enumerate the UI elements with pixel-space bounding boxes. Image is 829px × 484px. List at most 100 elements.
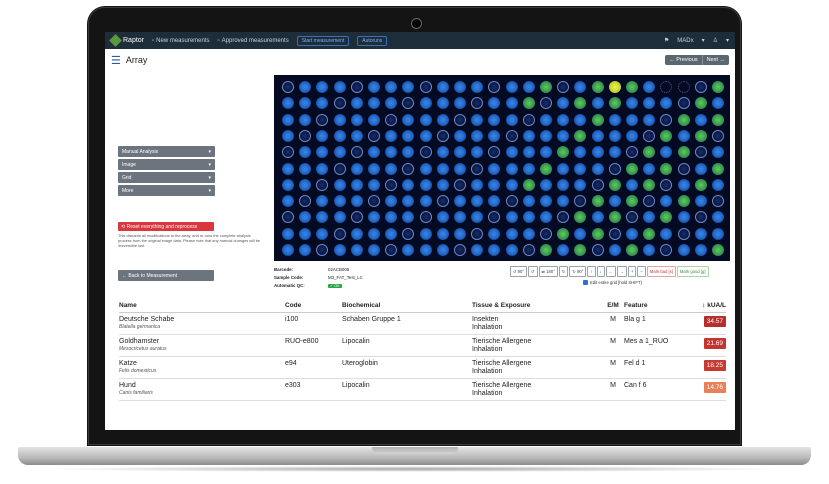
array-spot[interactable] [694,178,707,191]
array-spot[interactable] [471,244,484,256]
array-spot[interactable] [626,244,638,256]
array-spot[interactable] [712,146,724,159]
array-spot[interactable] [299,162,312,175]
array-spot[interactable] [712,129,724,142]
array-spot[interactable] [626,129,638,142]
array-spot[interactable] [677,97,690,110]
array-tool-button[interactable]: + [627,266,637,277]
array-spot[interactable] [488,97,501,110]
autoruns-button[interactable]: Autoruns [357,35,388,46]
array-spot[interactable] [454,129,466,142]
array-spot[interactable] [694,244,707,256]
array-spot[interactable] [505,81,518,93]
array-spot[interactable] [540,81,552,93]
array-spot[interactable] [488,113,501,126]
array-spot[interactable] [488,162,501,175]
array-spot[interactable] [471,227,484,240]
array-spot[interactable] [419,146,432,159]
array-spot[interactable] [557,178,570,191]
array-spot[interactable] [712,211,724,224]
array-spot[interactable] [368,162,380,175]
array-spot[interactable] [660,227,673,240]
array-spot[interactable] [316,227,329,240]
array-spot[interactable] [643,178,656,191]
flag-icon[interactable]: ⚑ [664,37,669,44]
array-spot[interactable] [419,195,432,208]
array-spot[interactable] [385,162,398,175]
array-spot[interactable] [350,146,363,159]
array-spot[interactable] [505,113,518,126]
array-image[interactable] [274,75,730,261]
array-spot[interactable] [608,97,621,110]
array-spot[interactable] [557,244,570,256]
array-spot[interactable] [712,244,724,256]
array-spot[interactable] [591,113,604,126]
array-tool-button[interactable]: ↺ 90° [510,266,528,277]
array-spot[interactable] [350,129,363,142]
accordion-image[interactable]: Image ▾ [118,159,215,170]
array-spot[interactable] [608,211,621,224]
array-spot[interactable] [557,97,570,110]
array-spot[interactable] [608,227,621,240]
next-button[interactable]: Next → [702,55,729,65]
array-spot[interactable] [368,244,380,256]
array-spot[interactable] [454,162,466,175]
array-spot[interactable] [591,146,604,159]
array-spot[interactable] [436,97,449,110]
user-icon[interactable]: ♙ [713,37,718,44]
array-spot[interactable] [522,81,535,93]
array-spot[interactable] [591,129,604,142]
array-spot[interactable] [574,129,587,142]
header-name[interactable]: Name [119,302,285,309]
array-spot[interactable] [540,146,552,159]
array-spot[interactable] [385,178,398,191]
array-spot[interactable] [608,81,621,93]
array-spot[interactable] [419,113,432,126]
array-spot[interactable] [333,211,346,224]
array-spot[interactable] [608,195,621,208]
array-spot[interactable] [660,81,673,93]
array-spot[interactable] [299,244,312,256]
array-spot[interactable] [316,195,329,208]
array-spot[interactable] [540,129,552,142]
header-tissue[interactable]: Tissue & Exposure [472,302,602,309]
array-spot[interactable] [350,113,363,126]
array-spot[interactable] [436,81,449,93]
array-spot[interactable] [677,211,690,224]
array-spot[interactable] [574,113,587,126]
array-spot[interactable] [282,146,294,159]
array-spot[interactable] [626,195,638,208]
array-spot[interactable] [282,129,294,142]
array-spot[interactable] [677,129,690,142]
array-spot[interactable] [557,81,570,93]
array-spot[interactable] [454,113,466,126]
array-spot[interactable] [471,146,484,159]
array-spot[interactable] [694,97,707,110]
array-spot[interactable] [282,244,294,256]
array-spot[interactable] [557,146,570,159]
array-spot[interactable] [402,211,415,224]
array-spot[interactable] [299,211,312,224]
array-spot[interactable] [694,113,707,126]
array-spot[interactable] [660,178,673,191]
array-spot[interactable] [540,97,552,110]
array-spot[interactable] [350,211,363,224]
array-spot[interactable] [643,162,656,175]
array-spot[interactable] [282,113,294,126]
array-spot[interactable] [643,146,656,159]
table-row[interactable]: Hund Canis familiaris e303 Lipocalin Tierisc… [119,379,726,401]
array-spot[interactable] [591,227,604,240]
array-spot[interactable] [454,244,466,256]
array-spot[interactable] [712,178,724,191]
table-row[interactable]: Katze Felis domesticus e94 Uteroglobin Tieri… [119,357,726,379]
array-spot[interactable] [591,195,604,208]
array-spot[interactable] [402,178,415,191]
array-spot[interactable] [574,195,587,208]
array-spot[interactable] [488,129,501,142]
array-spot[interactable] [350,244,363,256]
array-spot[interactable] [505,244,518,256]
array-spot[interactable] [299,97,312,110]
array-spot[interactable] [419,244,432,256]
array-spot[interactable] [299,129,312,142]
array-spot[interactable] [643,81,656,93]
